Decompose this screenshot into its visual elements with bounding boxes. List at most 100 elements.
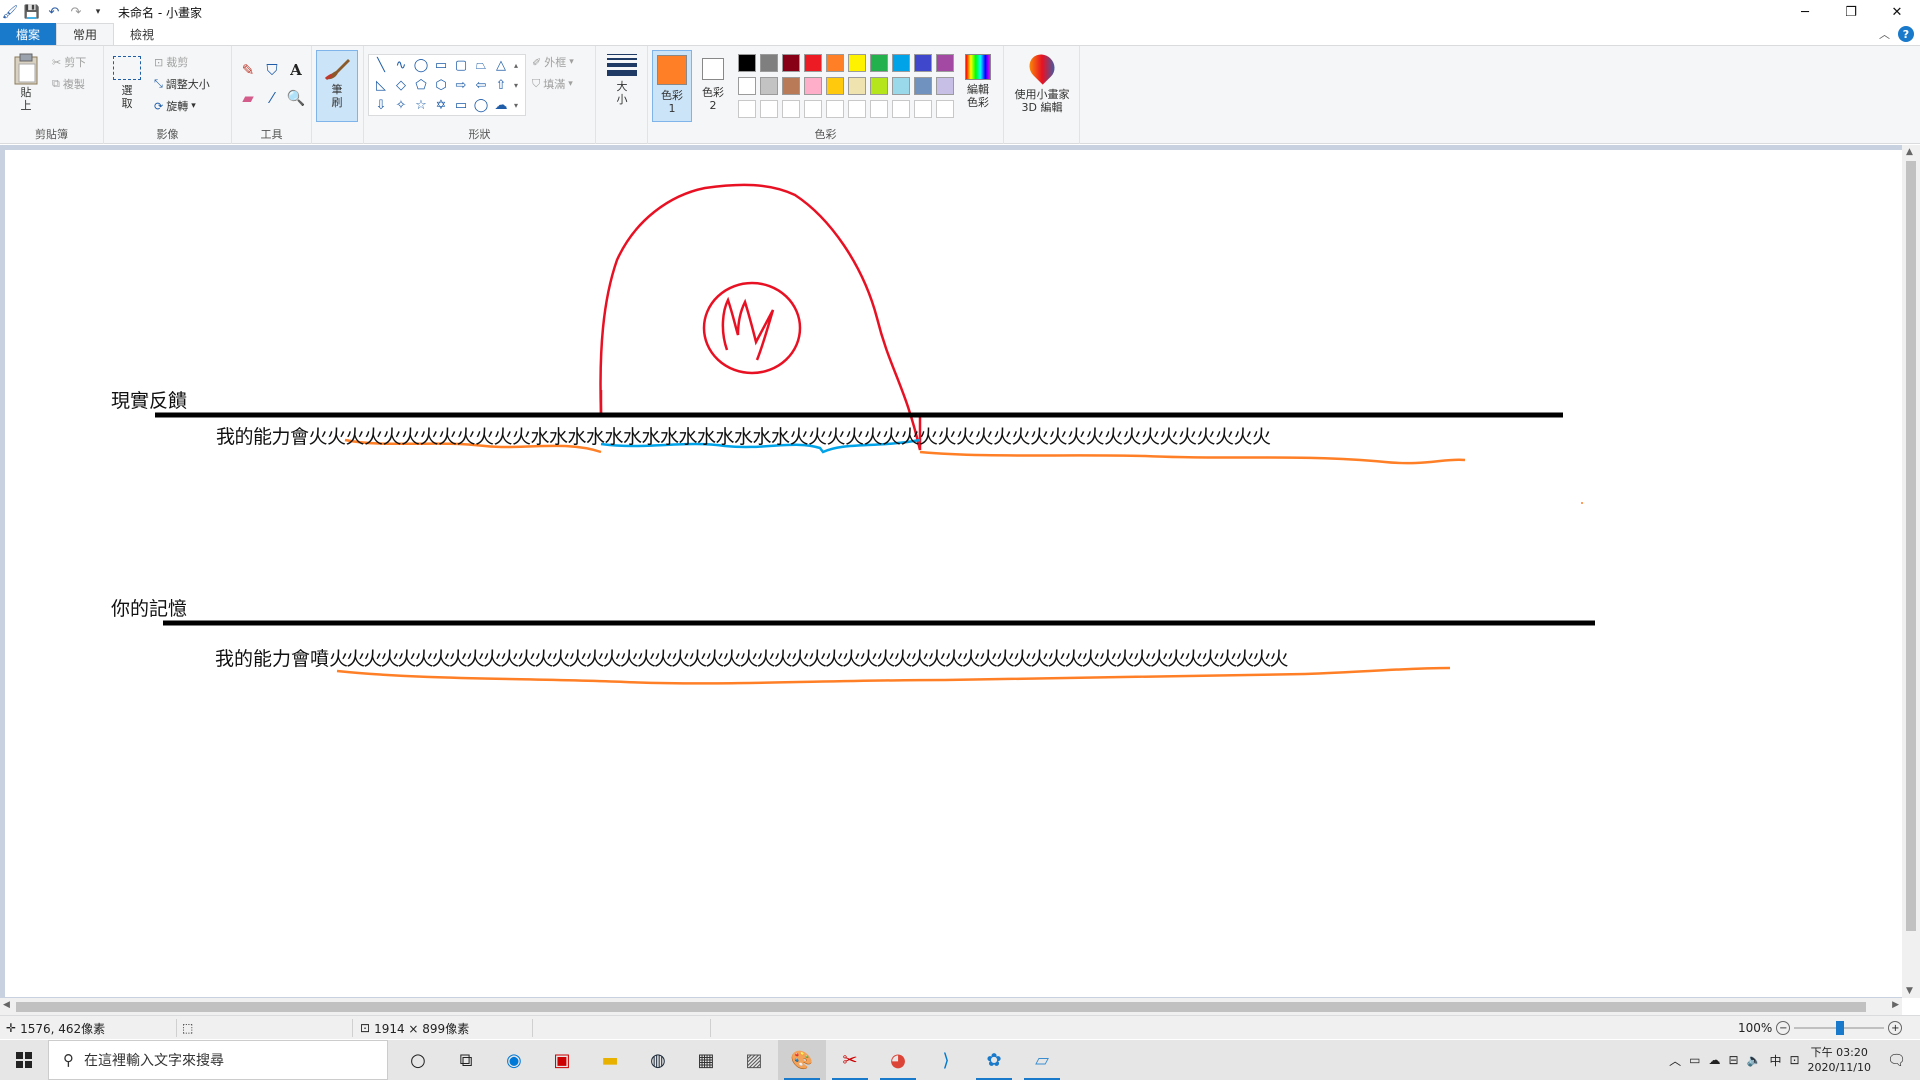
curve-shape-icon[interactable]: ∿ (396, 59, 407, 72)
palette-swatch[interactable] (782, 54, 800, 72)
triangle-shape-icon[interactable]: △ (496, 59, 506, 72)
cloud-callout-shape-icon[interactable]: ☁ (495, 99, 508, 112)
size-button[interactable]: 大小 (604, 54, 640, 106)
ime-mode-icon[interactable]: ⊡ (1789, 1053, 1799, 1067)
calculator-icon[interactable]: ▦ (682, 1040, 730, 1080)
palette-swatch[interactable] (804, 77, 822, 95)
palette-swatch[interactable] (848, 77, 866, 95)
notepad-icon[interactable]: ▱ (1018, 1040, 1066, 1080)
pentagon-shape-icon[interactable]: ⬠ (415, 79, 426, 92)
select-button[interactable]: 選取 (112, 56, 142, 110)
app-red-icon[interactable]: ▣ (538, 1040, 586, 1080)
photos-icon[interactable]: ▨ (730, 1040, 778, 1080)
horizontal-scroll-thumb[interactable] (16, 1002, 1866, 1012)
horizontal-scrollbar[interactable]: ◀ ▶ (0, 998, 1902, 1015)
start-button[interactable] (0, 1040, 48, 1080)
minimize-icon[interactable]: ─ (1782, 0, 1828, 24)
color2-button[interactable]: 色彩 2 (696, 54, 730, 112)
rectangle-shape-icon[interactable]: ▭ (435, 59, 447, 72)
drawing-canvas[interactable]: 現實反饋 我的能力會火火火火火火火火火火火火水水水水水水水水水水水水水水火火火火… (5, 150, 1902, 997)
left-arrow-shape-icon[interactable]: ⇦ (476, 79, 487, 92)
customize-quick-access-icon[interactable]: ▾ (90, 4, 106, 20)
diamond-shape-icon[interactable]: ◇ (396, 79, 406, 92)
palette-swatch[interactable] (782, 100, 800, 118)
rect-callout-shape-icon[interactable]: ▭ (455, 99, 467, 112)
palette-swatch[interactable] (892, 54, 910, 72)
palette-swatch[interactable] (804, 54, 822, 72)
right-triangle-shape-icon[interactable]: ◺ (376, 79, 386, 92)
palette-swatch[interactable] (870, 77, 888, 95)
task-view-icon[interactable]: ⧉ (442, 1040, 490, 1080)
palette-swatch[interactable] (870, 100, 888, 118)
palette-swatch[interactable] (870, 54, 888, 72)
onedrive-icon[interactable]: ☁ (1708, 1053, 1720, 1067)
palette-swatch[interactable] (826, 54, 844, 72)
palette-swatch[interactable] (914, 100, 932, 118)
volume-icon[interactable]: 🔈 (1747, 1053, 1762, 1067)
shapes-scroll[interactable]: ▴ ▾ ▾ (514, 56, 518, 116)
file-explorer-icon[interactable]: ▬ (586, 1040, 634, 1080)
close-icon[interactable]: ✕ (1874, 0, 1920, 24)
eraser-icon[interactable]: ▰ (242, 89, 254, 107)
four-point-star-shape-icon[interactable]: ✧ (396, 99, 407, 112)
palette-swatch[interactable] (804, 100, 822, 118)
line-shape-icon[interactable]: ╲ (377, 59, 385, 72)
snip-tool-icon[interactable]: ✂ (826, 1040, 874, 1080)
palette-swatch[interactable] (738, 77, 756, 95)
palette-swatch[interactable] (738, 100, 756, 118)
paste-button[interactable]: 貼上 (10, 52, 42, 112)
color-picker-icon[interactable]: ⁄ (271, 89, 274, 107)
five-point-star-shape-icon[interactable]: ☆ (415, 99, 427, 112)
palette-swatch[interactable] (782, 77, 800, 95)
resize-button[interactable]: ⤡ 調整大小 (154, 76, 210, 92)
edge-icon[interactable]: ◉ (490, 1040, 538, 1080)
palette-swatch[interactable] (914, 77, 932, 95)
palette-swatch[interactable] (914, 54, 932, 72)
redo-icon[interactable]: ↷ (68, 4, 84, 20)
right-arrow-shape-icon[interactable]: ⇨ (456, 79, 467, 92)
save-icon[interactable]: 💾 (24, 4, 40, 20)
polygon-shape-icon[interactable]: ⏢ (476, 59, 486, 72)
tab-view[interactable]: 檢視 (114, 23, 170, 45)
brushes-button[interactable]: 筆刷 (316, 50, 358, 122)
zoom-slider[interactable] (1794, 1021, 1885, 1035)
palette-swatch[interactable] (936, 77, 954, 95)
six-point-star-shape-icon[interactable]: ✡ (436, 99, 447, 112)
paint-app-icon[interactable]: 🖌 (2, 4, 19, 20)
network-icon[interactable]: ⊟ (1728, 1053, 1738, 1067)
scroll-up-icon[interactable]: ▲ (1906, 147, 1913, 157)
text-tool-icon[interactable]: A (290, 61, 302, 79)
magnifier-icon[interactable]: 🔍 (287, 89, 306, 107)
oval-shape-icon[interactable]: ◯ (414, 59, 429, 72)
crop-button[interactable]: ⊡ 裁剪 (154, 54, 188, 70)
vertical-scrollbar[interactable]: ▲ ▼ (1902, 145, 1920, 998)
battery-icon[interactable]: ▭ (1689, 1053, 1700, 1067)
vertical-scroll-thumb[interactable] (1906, 161, 1916, 931)
clock[interactable]: 下午 03:20 2020/11/10 (1808, 1045, 1871, 1075)
palette-swatch[interactable] (936, 100, 954, 118)
tray-expand-icon[interactable]: ︿ (1669, 1052, 1681, 1069)
palette-swatch[interactable] (826, 77, 844, 95)
color1-button[interactable]: 色彩 1 (652, 50, 692, 122)
chrome-icon[interactable]: ◕ (874, 1040, 922, 1080)
zoom-slider-thumb[interactable] (1836, 1021, 1845, 1035)
pencil-icon[interactable]: ✎ (242, 61, 255, 79)
restore-icon[interactable]: ❐ (1828, 0, 1874, 24)
palette-swatch[interactable] (738, 54, 756, 72)
tab-home[interactable]: 常用 (56, 23, 115, 45)
cut-button[interactable]: ✂ 剪下 (52, 54, 86, 70)
scroll-right-icon[interactable]: ▶ (1892, 1000, 1899, 1010)
palette-swatch[interactable] (760, 54, 778, 72)
cortana-icon[interactable]: ○ (394, 1040, 442, 1080)
down-arrow-shape-icon[interactable]: ⇩ (376, 99, 387, 112)
palette-swatch[interactable] (892, 77, 910, 95)
palette-swatch[interactable] (892, 100, 910, 118)
paint3d-button[interactable]: 使用小畫家 3D 編輯 (1008, 49, 1076, 114)
scroll-down-icon[interactable]: ▼ (1906, 986, 1913, 996)
palette-swatch[interactable] (936, 54, 954, 72)
palette-swatch[interactable] (760, 77, 778, 95)
hexagon-shape-icon[interactable]: ⬡ (435, 79, 446, 92)
zoom-in-icon[interactable]: + (1888, 1021, 1903, 1035)
edit-colors-button[interactable]: 編輯色彩 (960, 54, 996, 109)
zoom-out-icon[interactable]: − (1776, 1021, 1791, 1035)
